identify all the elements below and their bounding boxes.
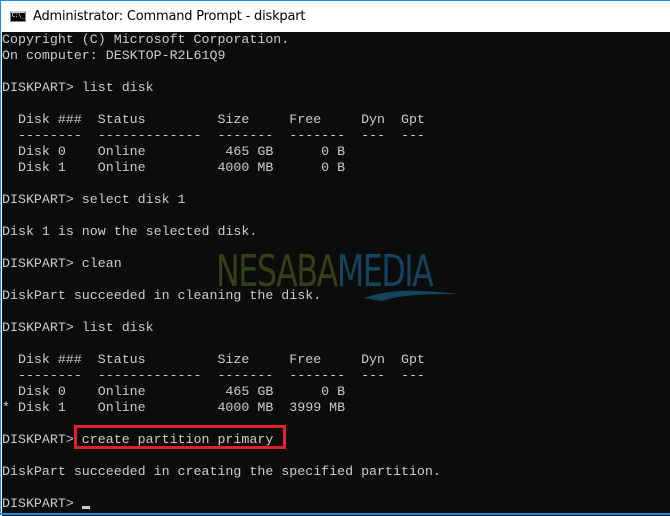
disk-table-header: Disk ### Status Size Free Dyn Gpt — [2, 112, 425, 127]
disk-table-row: Disk 0 Online 465 GB 0 B — [2, 144, 346, 159]
disk-table-row: * Disk 1 Online 4000 MB 3999 MB — [2, 400, 346, 415]
console-line: On computer: DESKTOP-R2L61Q9 — [2, 48, 226, 63]
console-command-line: DISKPART> list disk — [2, 320, 154, 335]
text-cursor — [81, 506, 90, 509]
disk-table-header: Disk ### Status Size Free Dyn Gpt — [2, 352, 425, 367]
highlight-box-create-partition — [74, 425, 286, 449]
disk-table-separator: -------- ------------- ------- ------- -… — [2, 128, 425, 143]
console-command-line: DISKPART> select disk 1 — [2, 192, 186, 207]
console-output[interactable]: Copyright (C) Microsoft Corporation. On c… — [2, 32, 670, 516]
console-command-line: DISKPART> list disk — [2, 80, 154, 95]
console-line: Copyright (C) Microsoft Corporation. — [2, 32, 290, 47]
console-command-line: DISKPART> — [2, 496, 441, 512]
command-prompt-icon: C:\_ — [10, 10, 26, 22]
command-prompt-window: C:\_ Administrator: Command Prompt - dis… — [0, 0, 670, 516]
watermark-swoosh-icon — [364, 290, 460, 301]
disk-table-row: Disk 1 Online 4000 MB 0 B — [2, 160, 346, 175]
window-title: Administrator: Command Prompt - diskpart — [33, 8, 306, 24]
console-command-line: DISKPART> clean — [2, 256, 122, 271]
console-line: DiskPart succeeded in creating the speci… — [2, 464, 441, 479]
console-line: Disk 1 is now the selected disk. — [2, 224, 258, 239]
title-bar[interactable]: C:\_ Administrator: Command Prompt - dis… — [1, 1, 670, 31]
disk-table-separator: -------- ------------- ------- ------- -… — [2, 368, 425, 383]
disk-table-row: Disk 0 Online 465 GB 0 B — [2, 384, 346, 399]
